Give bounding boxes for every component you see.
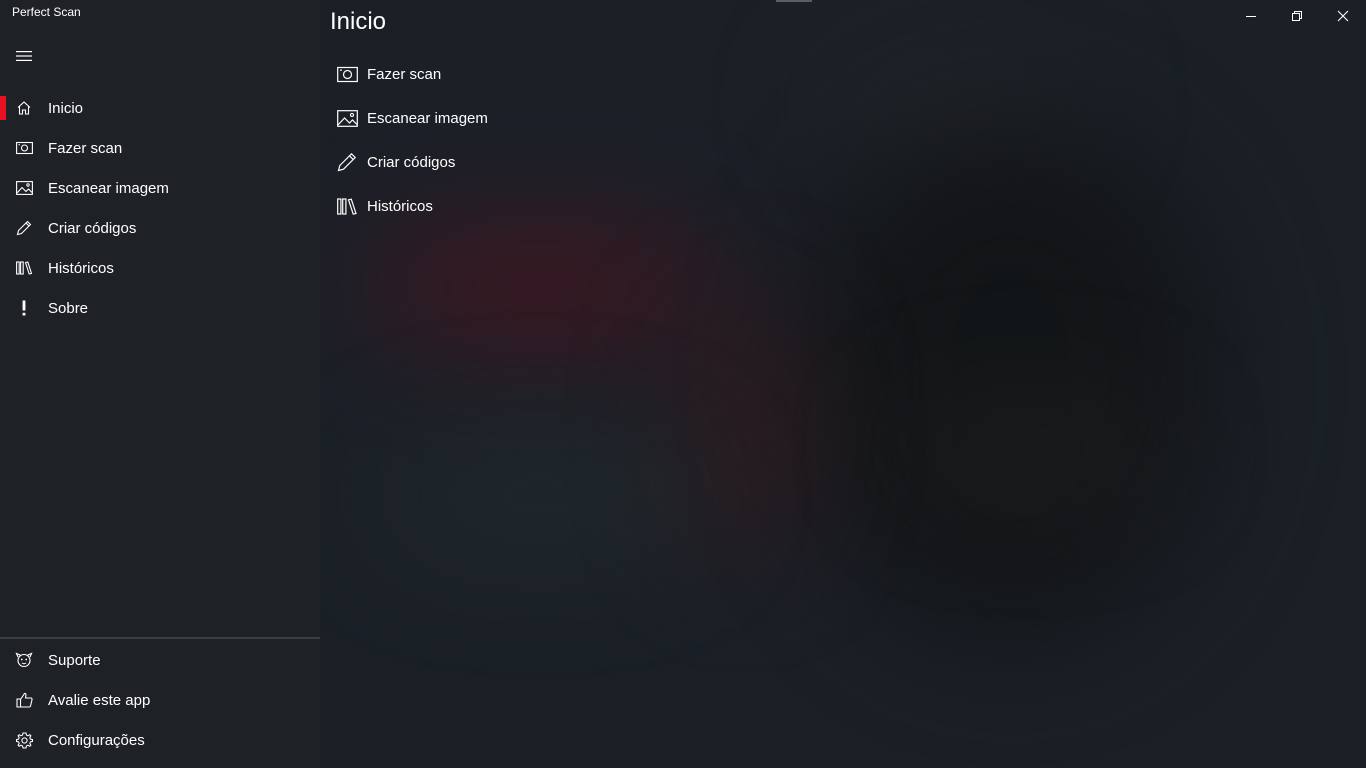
home-link-label: Criar códigos [367, 153, 456, 171]
pencil-icon [0, 208, 48, 248]
image-icon [334, 98, 360, 138]
home-icon [0, 88, 48, 128]
sidebar-item-avalie-este-app[interactable]: Avalie este app [0, 680, 320, 720]
app-window: Inicio Fazer scan Escanear imagem Criar … [0, 0, 1366, 768]
pencil-icon [334, 142, 360, 182]
sidebar-item-suporte[interactable]: Suporte [0, 640, 320, 680]
title-bar[interactable]: Perfect Scan [0, 0, 1366, 32]
support-icon [0, 640, 48, 680]
home-link-label: Fazer scan [367, 65, 442, 83]
sidebar-item-label: Suporte [48, 651, 101, 669]
hamburger-menu-button[interactable] [0, 36, 48, 76]
close-icon [1337, 10, 1349, 22]
minimize-icon [1246, 16, 1256, 17]
sidebar-item-label: Criar códigos [48, 219, 137, 237]
sidebar-item-label: Fazer scan [48, 139, 123, 157]
sidebar-item-label: Sobre [48, 299, 89, 317]
exclamation-icon [0, 288, 48, 328]
thumbs-up-icon [0, 680, 48, 720]
drag-indicator [776, 0, 812, 2]
sidebar-divider [0, 637, 320, 639]
sidebar-item-escanear-imagem[interactable]: Escanear imagem [0, 168, 320, 208]
hamburger-menu-icon [16, 51, 32, 61]
page-title: Inicio [330, 8, 387, 35]
sidebar-item-label: Configurações [48, 731, 145, 749]
home-link-label: Históricos [367, 197, 433, 215]
sidebar-item-label: Inicio [48, 99, 84, 117]
sidebar-item-fazer-scan[interactable]: Fazer scan [0, 128, 320, 168]
sidebar-item-historicos[interactable]: Históricos [0, 248, 320, 288]
gear-icon [0, 720, 48, 760]
sidebar-item-label: Históricos [48, 259, 114, 277]
image-icon [0, 168, 48, 208]
library-icon [0, 248, 48, 288]
navigation-pane: Inicio Fazer scan Escanear imagem Criar … [0, 0, 320, 768]
sidebar-item-inicio[interactable]: Inicio [0, 88, 320, 128]
library-icon [334, 186, 360, 226]
home-link-escanear-imagem[interactable]: Escanear imagem [334, 98, 634, 138]
sidebar-item-label: Escanear imagem [48, 179, 169, 197]
sidebar-item-configuracoes[interactable]: Configurações [0, 720, 320, 760]
restore-icon [1292, 11, 1302, 21]
minimize-button[interactable] [1228, 0, 1274, 32]
camera-icon [334, 54, 360, 94]
camera-icon [0, 128, 48, 168]
restore-button[interactable] [1274, 0, 1320, 32]
sidebar-item-criar-codigos[interactable]: Criar códigos [0, 208, 320, 248]
home-link-historicos[interactable]: Históricos [334, 186, 634, 226]
home-link-label: Escanear imagem [367, 109, 488, 127]
app-title: Perfect Scan [12, 5, 81, 19]
sidebar-item-sobre[interactable]: Sobre [0, 288, 320, 328]
home-link-fazer-scan[interactable]: Fazer scan [334, 54, 634, 94]
sidebar-item-label: Avalie este app [48, 691, 151, 709]
close-button[interactable] [1320, 0, 1366, 32]
home-link-criar-codigos[interactable]: Criar códigos [334, 142, 634, 182]
